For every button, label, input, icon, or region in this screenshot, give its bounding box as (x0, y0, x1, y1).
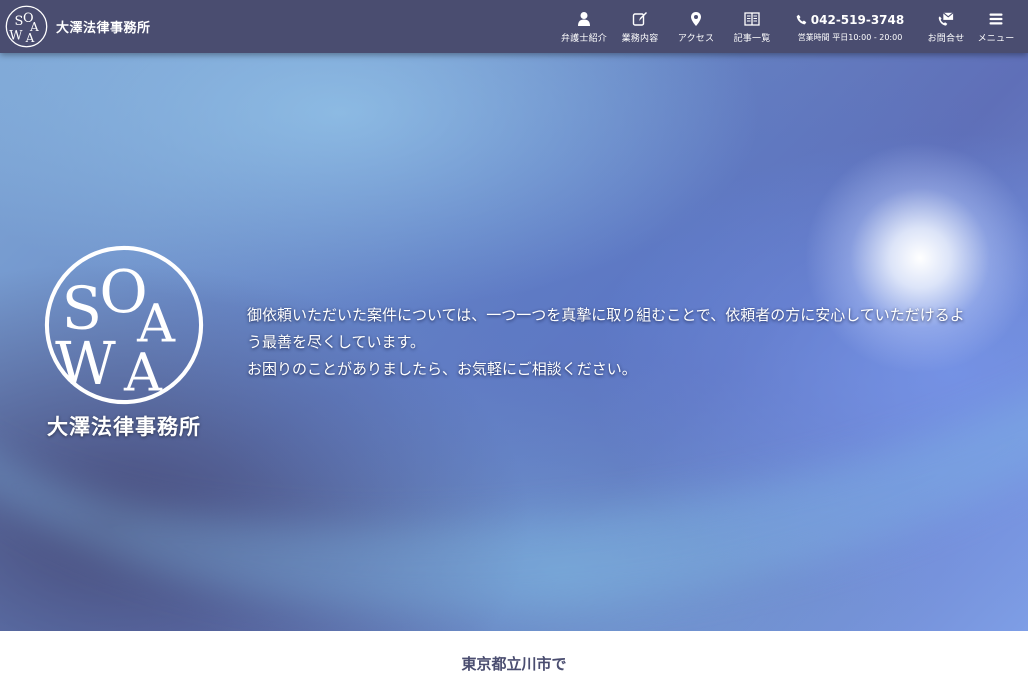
hero-logo-name: 大澤法律事務所 (47, 415, 201, 439)
nav-label: 弁護士紹介 (560, 34, 607, 44)
section-title: 東京都立川市で (461, 655, 567, 673)
phone-icon (796, 14, 807, 25)
hamburger-icon (989, 13, 1003, 25)
hero-line: 御依頼いただいた案件については、一つ一つを真摯に取り組むことで、依頼者の方に安心… (247, 306, 965, 324)
svg-text:S: S (14, 14, 23, 29)
hero-message: 御依頼いただいた案件については、一つ一つを真摯に取り組むことで、依頼者の方に安心… (247, 302, 1017, 383)
brand-name: 大澤法律事務所 (56, 21, 151, 36)
book-icon (744, 12, 760, 26)
mail-phone-icon (938, 12, 954, 26)
svg-text:W: W (9, 28, 23, 43)
nav-item-services[interactable]: 業務内容 (612, 0, 668, 53)
nav-label: メニュー (977, 34, 1015, 44)
nav-label: 業務内容 (621, 34, 659, 44)
nav-label: お問合せ (927, 34, 965, 44)
svg-text:A: A (123, 343, 163, 404)
main-nav: 弁護士紹介 業務内容 アクセス 記事一覧 042-519-3748 営業時間 平… (556, 0, 1020, 53)
nav-item-access[interactable]: アクセス (668, 0, 724, 53)
nav-item-articles[interactable]: 記事一覧 (724, 0, 780, 53)
soawa-logo-icon: S O A W A (5, 5, 48, 48)
nav-item-menu[interactable]: メニュー (972, 0, 1020, 53)
nav-item-phone[interactable]: 042-519-3748 営業時間 平日10:00 - 20:00 (780, 0, 920, 53)
hero-logo: S O A W A 大澤法律事務所 (40, 243, 208, 443)
hero-line: う最善を尽くしています。 (247, 333, 426, 351)
site-header: S O A W A 大澤法律事務所 弁護士紹介 業務内容 アクセス 記事一覧 0… (0, 0, 1028, 53)
phone-number-row: 042-519-3748 (796, 13, 904, 27)
person-icon (578, 12, 590, 26)
edit-icon (632, 12, 647, 26)
brand-home-link[interactable]: S O A W A 大澤法律事務所 (5, 5, 151, 48)
soawa-emblem-icon: S O A W A (44, 245, 204, 405)
svg-text:W: W (55, 329, 116, 398)
svg-text:A: A (25, 31, 35, 45)
hero-banner: S O A W A 大澤法律事務所 御依頼いただいた案件については、一つ一つを真… (0, 53, 1028, 631)
phone-number: 042-519-3748 (810, 12, 905, 27)
nav-item-contact[interactable]: お問合せ (920, 0, 972, 53)
nav-label: アクセス (677, 34, 715, 44)
map-pin-icon (691, 12, 701, 26)
nav-label: 記事一覧 (733, 34, 771, 44)
phone-hours: 営業時間 平日10:00 - 20:00 (797, 32, 903, 42)
hero-line: お困りのことがありましたら、お気軽にご相談ください。 (247, 360, 637, 378)
nav-item-lawyer[interactable]: 弁護士紹介 (556, 0, 612, 53)
